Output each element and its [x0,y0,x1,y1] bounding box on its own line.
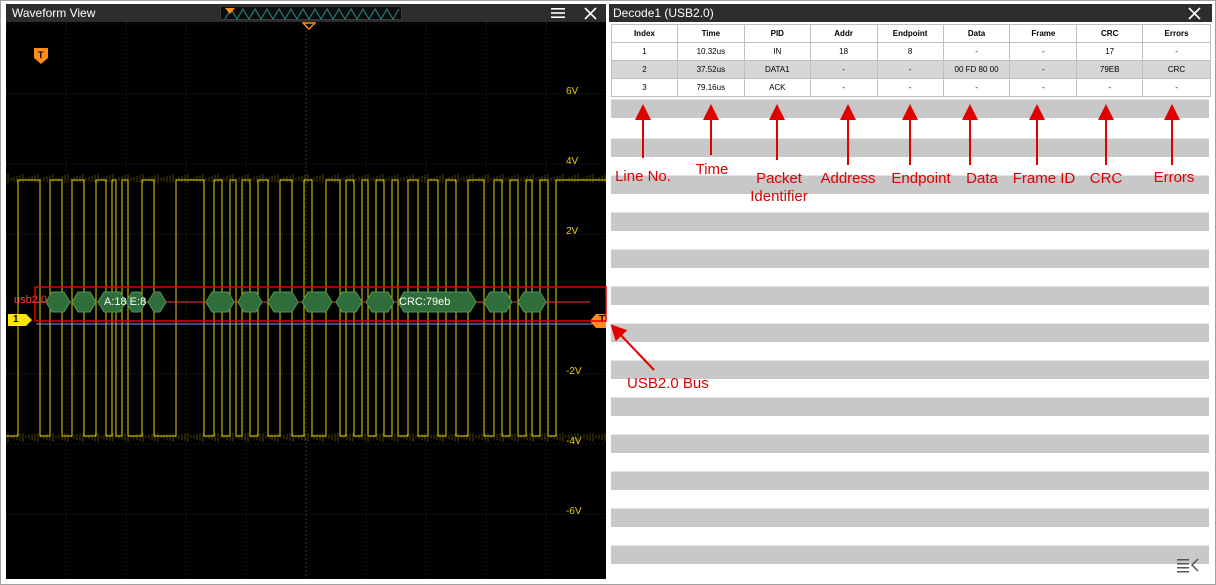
y-tick-label: 6V [566,86,579,97]
decode-empty-rows [611,22,1209,579]
y-tick-label: -6V [566,506,582,517]
table-cell: - [1076,78,1144,97]
decode-title: Decode1 (USB2.0) [613,6,714,20]
close-icon[interactable] [1186,6,1202,20]
table-cell: 10.32us [676,42,745,61]
decode-header-row: Index Time PID Addr Endpoint Data Frame CRC Erro… [611,24,1211,43]
bus-trigger-label: T [599,314,606,325]
table-cell: 79.16us [676,78,745,97]
table-cell: 3 [611,78,678,97]
annotation-time: Time [695,161,729,178]
table-cell: IN [743,42,811,61]
table-cell: 79EB [1076,60,1144,79]
decode-table[interactable]: Index Time PID Addr Endpoint Data Frame CRC Erro… [611,24,1211,97]
column-header[interactable]: Index [611,24,678,43]
bus-name: usb2.0 [14,294,48,306]
channel-1-marker[interactable]: 1 [8,314,34,326]
waveform-title: Waveform View [12,6,96,20]
packet-label-token: A:18 E:8 [104,296,147,308]
bus-packet [517,291,547,313]
bus-packet [301,291,333,313]
bus-packet [205,291,235,313]
packet-label-crc: CRC:79eb [399,296,451,308]
table-cell: 8 [876,42,944,61]
bus-packet [71,291,97,313]
y-tick-label: -2V [566,366,582,377]
decode-table-body: 1 10.32us IN 18 8- -17-2 37.52us DATA1- -00 FD 8… [611,42,1211,97]
table-cell: 18 [809,42,878,61]
table-cell: - [809,60,878,79]
table-cell: 17 [1076,42,1144,61]
table-cell: - [809,78,878,97]
bus-packet [267,291,299,313]
menu-icon[interactable] [550,6,566,20]
table-row[interactable]: 1 10.32us IN 18 8- -17- [611,42,1211,61]
y-tick-label: 2V [566,226,579,237]
trigger-position-icon[interactable]: T [34,48,48,64]
table-cell: - [1009,42,1078,61]
y-tick-label: 4V [566,156,579,167]
annotation-packet-identifier: Packet Identifier [750,170,808,205]
table-cell: - [1142,42,1211,61]
overview-zigzag [224,8,400,20]
waveform-overview-bar[interactable] [220,6,402,20]
column-header[interactable]: Time [676,24,745,43]
trigger-marker-label: T [38,50,44,60]
channel-marker-label: 1 [13,314,19,325]
waveform-area[interactable]: 6V4V2V-2V-4V-6V 4.4µs14.4µs24.4µs34.4µs4… [6,22,606,579]
table-cell: DATA1 [743,60,811,79]
table-cell: - [876,60,944,79]
table-cell: - [1009,78,1078,97]
annotation-endpoint: Endpoint [891,170,951,187]
bus-packet [335,291,363,313]
table-cell: - [1009,60,1078,79]
table-cell: - [876,78,944,97]
table-cell: - [942,42,1011,61]
bus-packet [147,291,167,313]
annotation-address: Address [820,170,876,187]
decode-titlebar: Decode1 (USB2.0) [609,4,1212,22]
annotation-crc: CRC [1089,170,1123,187]
table-cell: 00 FD 80 00 [942,60,1011,79]
column-header[interactable]: PID [743,24,811,43]
table-cell: 1 [611,42,678,61]
table-cell: CRC [1142,60,1211,79]
decode-panel[interactable]: Decode1 (USB2.0) Index Time PID Addr Endpoin… [609,4,1212,579]
column-header[interactable]: CRC [1076,24,1144,43]
annotation-line-no: Line No. [615,168,671,185]
table-view-icon[interactable] [1176,556,1200,574]
bus-packet [365,291,395,313]
bus-packet [483,291,513,313]
column-header[interactable]: Endpoint [876,24,944,43]
waveform-canvas [6,22,606,579]
table-cell: ACK [743,78,811,97]
trigger-time-icon[interactable] [302,22,316,30]
close-icon[interactable] [582,6,598,20]
y-tick-label: -4V [566,436,582,447]
table-row[interactable]: 2 37.52us DATA1- -00 FD 80 00-79EB CRC [611,60,1211,79]
table-cell: - [942,78,1011,97]
annotation-errors: Errors [1153,169,1195,186]
column-header[interactable]: Addr [809,24,878,43]
waveform-titlebar: Waveform View [6,4,606,22]
table-cell: 2 [611,60,678,79]
waveform-panel[interactable]: Waveform View 6V4V2V-2V-4V-6V 4.4µs14.4µ… [6,4,606,579]
column-header[interactable]: Frame [1009,24,1078,43]
column-header[interactable]: Data [942,24,1011,43]
annotation-usb-bus: USB2.0 Bus [627,375,709,392]
annotation-frame-id: Frame ID [1012,170,1076,187]
table-cell: - [1142,78,1211,97]
column-header[interactable]: Errors [1142,24,1211,43]
table-row[interactable]: 3 79.16us ACK - - - - - - [611,78,1211,97]
annotation-data: Data [966,170,998,187]
table-cell: 37.52us [676,60,745,79]
bus-trigger-marker[interactable]: T [590,314,606,328]
